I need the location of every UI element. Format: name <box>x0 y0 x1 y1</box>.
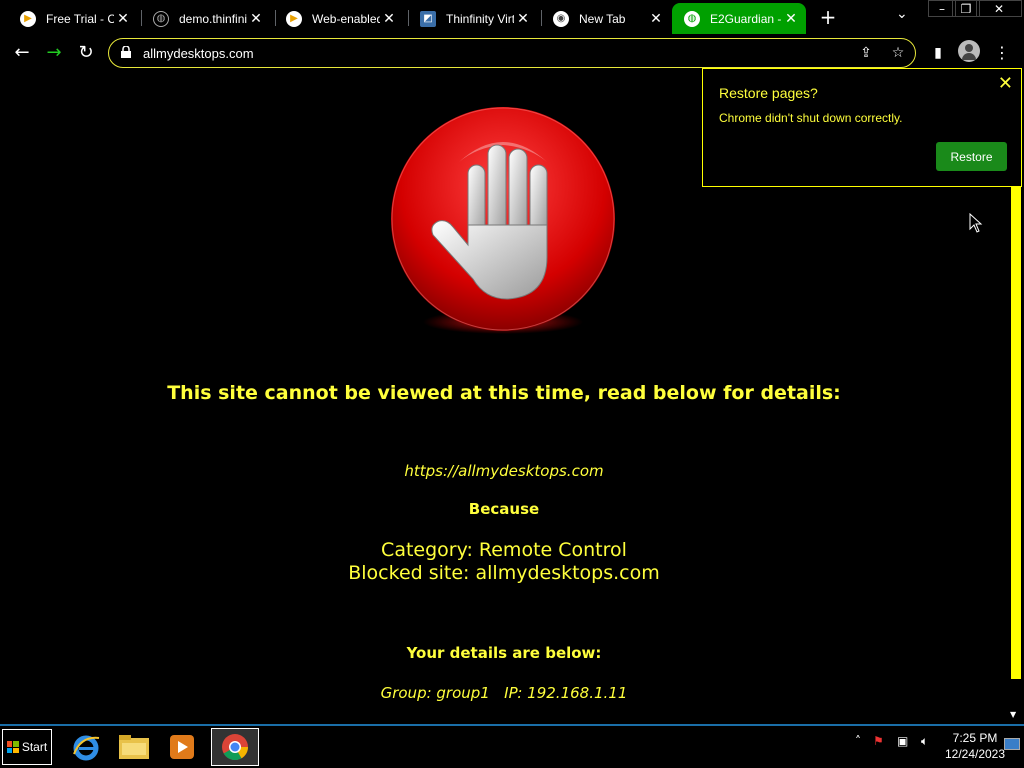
scroll-thumb[interactable] <box>1011 174 1021 679</box>
chrome-icon: ◉ <box>553 10 569 27</box>
tab-title: E2Guardian - <box>710 11 782 26</box>
clock-time: 7:25 PM <box>952 731 998 745</box>
headline-text: This site cannot be viewed at this time,… <box>167 382 841 404</box>
back-button[interactable]: ← <box>10 41 34 65</box>
start-label: Start <box>21 740 48 754</box>
browser-toolbar: ← → ↻ allmydesktops.com ⇪ ☆ ▮ ⋮ <box>0 34 1024 72</box>
close-icon[interactable]: ✕ <box>114 10 132 27</box>
url-text: allmydesktops.com <box>143 46 254 61</box>
globe-icon: ◍ <box>153 10 169 27</box>
tab-strip: ▶ Free Trial - Cy ✕ ◍ demo.thinfinity ✕ … <box>0 0 1024 34</box>
start-button[interactable]: Start <box>2 729 52 765</box>
restore-button[interactable]: Restore <box>936 142 1007 171</box>
scroll-down-arrow-icon[interactable]: ▼ <box>1010 710 1016 719</box>
blocked-site-text: Blocked site: allmydesktops.com <box>348 562 660 584</box>
show-desktop-icon[interactable] <box>1004 738 1020 750</box>
tab-e2guardian[interactable]: ◍ E2Guardian - ✕ <box>672 3 806 34</box>
tab-title: Thinfinity Virtu <box>446 11 514 26</box>
close-icon[interactable]: ✕ <box>647 10 665 27</box>
tab-search-chevron-icon[interactable]: ⌄ <box>896 6 908 22</box>
windows-taskbar: Start ˄ ⚑ ▣ 🔈︎ 7:25 PM 12/24/2023 <box>0 724 1024 768</box>
restore-pages-dialog: Restore pages? Chrome didn't shut down c… <box>702 68 1022 187</box>
stop-hand-icon <box>391 107 615 334</box>
close-icon[interactable]: ✕ <box>380 10 398 27</box>
mouse-cursor-icon <box>969 213 983 233</box>
address-bar[interactable]: allmydesktops.com ⇪ ☆ <box>108 38 916 68</box>
network-icon[interactable]: ▣ <box>897 734 908 748</box>
forward-button[interactable]: → <box>42 41 66 65</box>
tab-title: Web-enabled <box>312 11 380 26</box>
tab-title: Free Trial - Cy <box>46 11 114 26</box>
new-tab-button[interactable]: + <box>816 5 840 29</box>
reload-button[interactable]: ↻ <box>74 41 98 65</box>
share-icon[interactable]: ⇪ <box>857 44 875 62</box>
tab-title: New Tab <box>579 11 626 26</box>
because-text: Because <box>468 500 540 518</box>
details-title-text: Your details are below: <box>406 644 602 662</box>
show-hidden-icons-icon[interactable]: ˄ <box>855 734 861 748</box>
globe-icon: ◍ <box>684 10 700 27</box>
windows-flag-icon <box>6 741 19 753</box>
close-icon[interactable]: ✕ <box>998 73 1013 94</box>
lock-icon <box>121 46 131 58</box>
dialog-title: Restore pages? <box>719 85 818 101</box>
tab-thinfinity-virtual[interactable]: ◩ Thinfinity Virtu ✕ <box>400 3 538 34</box>
dialog-message: Chrome didn't shut down correctly. <box>719 111 903 125</box>
category-text: Category: Remote Control <box>381 539 627 561</box>
close-icon[interactable]: ✕ <box>782 10 800 27</box>
file-explorer-icon[interactable] <box>112 728 156 766</box>
bookmark-star-icon[interactable]: ☆ <box>889 44 907 62</box>
tab-new-tab[interactable]: ◉ New Tab ✕ <box>533 3 671 34</box>
media-player-icon[interactable] <box>160 728 204 766</box>
side-panel-icon[interactable]: ▮ <box>926 41 950 65</box>
group-ip-text: Group: group1 IP: 192.168.1.11 <box>380 684 628 702</box>
thinfinity-icon: ▶ <box>20 10 36 27</box>
internet-explorer-icon[interactable] <box>64 728 108 766</box>
blocked-url-text: https://allmydesktops.com <box>404 462 604 480</box>
close-icon[interactable]: ✕ <box>514 10 532 27</box>
tab-free-trial[interactable]: ▶ Free Trial - Cy ✕ <box>0 3 138 34</box>
close-window-button[interactable]: ✕ <box>976 0 1022 17</box>
close-icon[interactable]: ✕ <box>247 10 265 27</box>
clock-date: 12/24/2023 <box>944 747 1006 761</box>
profile-avatar[interactable] <box>958 40 980 62</box>
volume-muted-icon[interactable]: 🔈︎ <box>921 734 928 749</box>
tab-title: demo.thinfinity <box>179 11 247 26</box>
chart-icon: ◩ <box>420 10 436 27</box>
action-center-flag-icon[interactable]: ⚑ <box>873 734 884 748</box>
tab-demo-thinfinity[interactable]: ◍ demo.thinfinity ✕ <box>133 3 271 34</box>
chrome-icon[interactable] <box>211 728 259 766</box>
thinfinity-icon: ▶ <box>286 10 302 27</box>
menu-icon[interactable]: ⋮ <box>990 41 1014 65</box>
tab-web-enabled[interactable]: ▶ Web-enabled ✕ <box>266 3 404 34</box>
system-clock[interactable]: 7:25 PM 12/24/2023 <box>940 730 1010 762</box>
